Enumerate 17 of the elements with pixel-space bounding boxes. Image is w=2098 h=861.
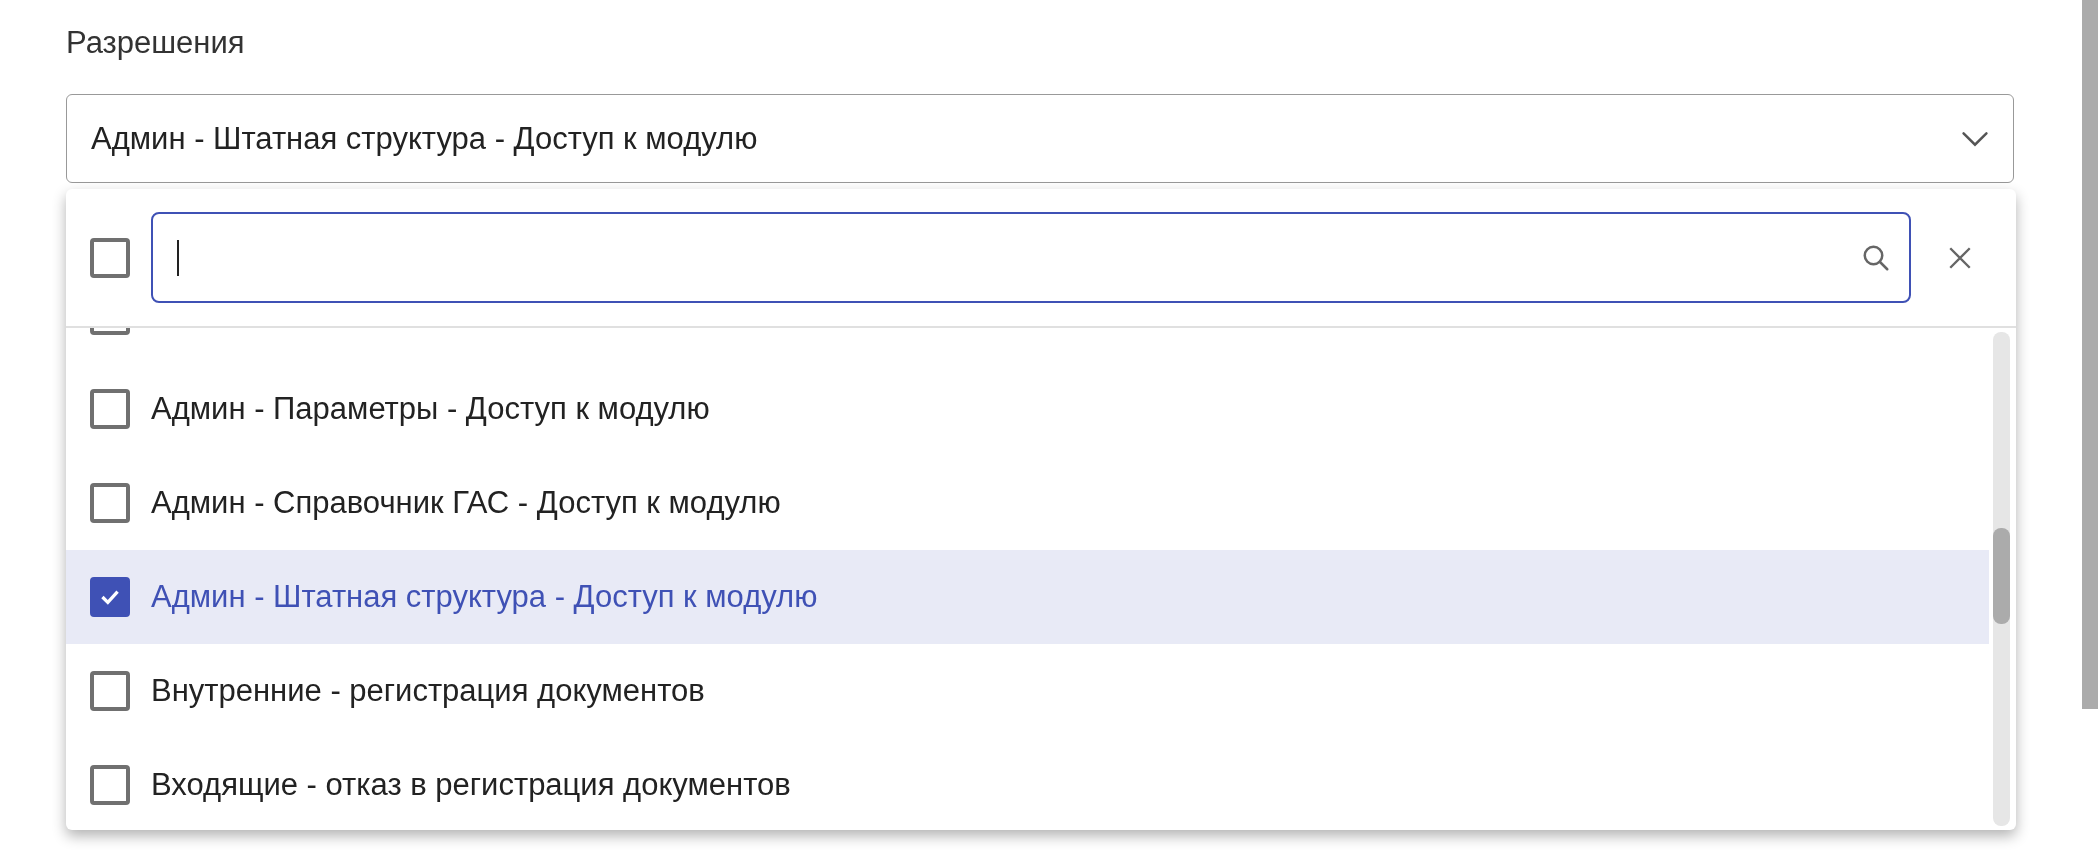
list-option[interactable]: Внутренние - регистрация документов [66, 644, 1989, 738]
option-checkbox[interactable] [90, 577, 130, 617]
option-checkbox[interactable] [90, 483, 130, 523]
chevron-down-icon [1961, 130, 1989, 147]
scrollbar[interactable] [1993, 332, 2010, 826]
list-option[interactable]: Админ - Штатная структура - Доступ к модулю [66, 550, 1989, 644]
list-option[interactable]: Админ - Справочник ГАС - Доступ к модулю [66, 456, 1989, 550]
field-label: Разрешения [66, 24, 246, 62]
option-checkbox[interactable] [90, 671, 130, 711]
select-all-checkbox[interactable] [90, 237, 130, 278]
list-option[interactable]: Входящие - отказ в регистрация документов [66, 738, 1989, 830]
option-checkbox[interactable] [90, 389, 130, 429]
option-checkbox[interactable] [90, 765, 130, 805]
search-field[interactable] [151, 212, 1911, 303]
list-option[interactable]: Админ - Параметры - Доступ к модулю [66, 362, 1989, 456]
permissions-select[interactable]: Админ - Штатная структура - Доступ к модулю [66, 94, 2014, 183]
page-scrollbar[interactable] [2082, 0, 2098, 709]
